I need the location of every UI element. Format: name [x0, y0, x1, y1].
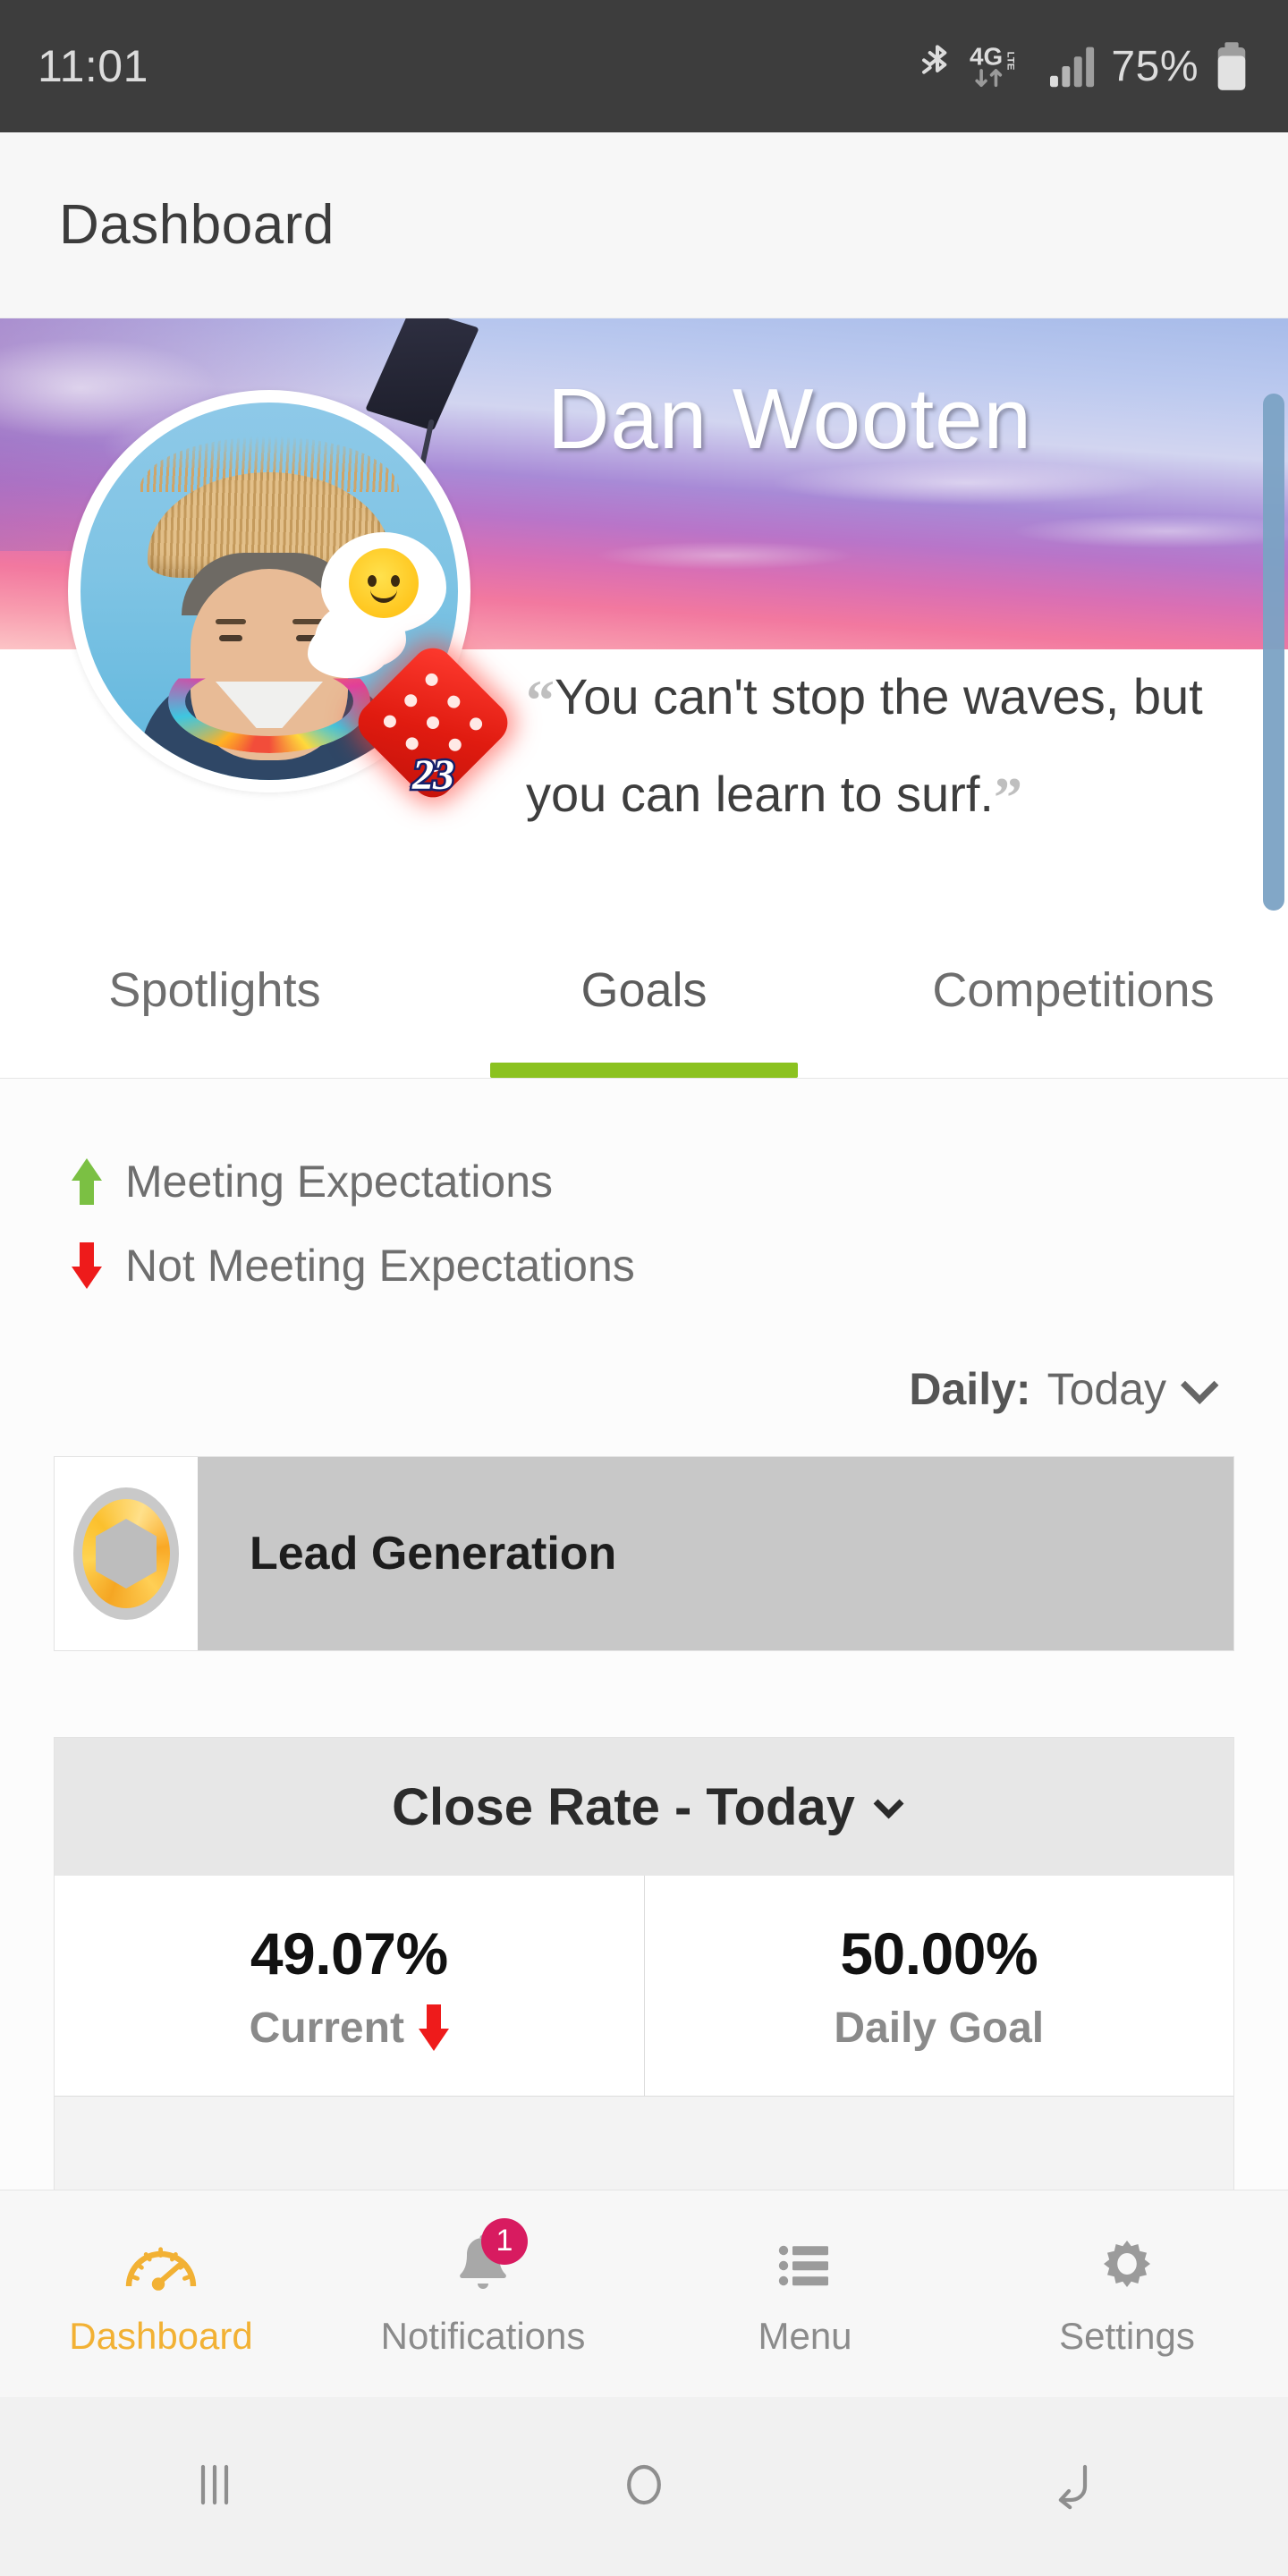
dice-pip: [381, 712, 399, 731]
active-tab-indicator: [490, 1063, 798, 1078]
stat-label: Daily Goal: [834, 2004, 1045, 2052]
app-header: Dashboard: [0, 132, 1288, 318]
bottom-navigation-bar: Dashboard 1 Notifications Menu Settings: [0, 2190, 1288, 2397]
nav-label: Dashboard: [69, 2314, 253, 2357]
nav-label: Notifications: [380, 2314, 586, 2357]
recents-icon: [183, 2449, 246, 2525]
status-bar-clock: 11:01: [38, 41, 148, 91]
status-bar-icons: 4G LTE 75%: [919, 40, 1250, 92]
legend: Meeting Expectations Not Meeting Expecta…: [0, 1079, 1288, 1292]
profile-name: Dan Wooten: [547, 371, 1032, 467]
back-button[interactable]: [859, 2449, 1288, 2525]
arrow-up-icon: [72, 1158, 102, 1205]
dice-badge[interactable]: 23: [349, 639, 517, 807]
goal-name-bar: Lead Generation: [198, 1457, 1233, 1650]
home-icon: [613, 2449, 675, 2525]
tab-competitions[interactable]: Competitions: [859, 936, 1288, 1078]
medal-icon: [73, 1487, 179, 1620]
dice-pip: [402, 691, 420, 710]
status-bar: 11:01 4G LTE 75%: [0, 0, 1288, 132]
notification-badge: 1: [481, 2217, 528, 2265]
stat-label: Current: [249, 2004, 404, 2052]
vertical-scrollbar[interactable]: [1263, 394, 1284, 911]
goal-name: Lead Generation: [250, 1528, 617, 1580]
svg-text:4G: 4G: [970, 42, 1003, 70]
nav-item-menu[interactable]: Menu: [644, 2190, 966, 2397]
signal-icon: [1048, 44, 1097, 89]
close-rate-card-footer: [55, 2096, 1233, 2190]
dice-pip: [422, 671, 441, 689]
recents-button[interactable]: [0, 2449, 429, 2525]
page-title: Dashboard: [59, 194, 335, 256]
nav-label: Settings: [1059, 2314, 1195, 2357]
tab-label: Goals: [580, 963, 708, 1017]
home-button[interactable]: [429, 2449, 859, 2525]
dice-pip: [424, 714, 442, 732]
close-rate-card: Close Rate - Today 49.07% Current 50.00%…: [54, 1737, 1234, 2190]
stat-daily-goal: 50.00% Daily Goal: [643, 1876, 1234, 2096]
period-selector-key: Daily:: [909, 1364, 1031, 1414]
tab-goals[interactable]: Goals: [429, 936, 859, 1078]
svg-text:LTE: LTE: [1005, 52, 1016, 71]
goal-row-lead-generation[interactable]: Lead Generation: [54, 1456, 1234, 1651]
back-icon: [1042, 2449, 1105, 2525]
quote-body: You can't stop the waves, but you can le…: [526, 668, 1203, 822]
nav-item-dashboard[interactable]: Dashboard: [0, 2190, 322, 2397]
stat-value: 49.07%: [250, 1919, 448, 1987]
period-selector-value: Today: [1046, 1364, 1166, 1414]
dice-badge-number: 23: [411, 750, 457, 801]
battery-percent-label: 75%: [1111, 42, 1199, 90]
lte-icon: 4G LTE: [970, 41, 1034, 91]
legend-label: Not Meeting Expectations: [125, 1241, 635, 1291]
stat-value: 50.00%: [840, 1919, 1038, 1987]
stat-current: 49.07% Current: [55, 1876, 644, 2096]
tab-label: Competitions: [932, 963, 1215, 1017]
nav-item-notifications[interactable]: 1 Notifications: [322, 2190, 644, 2397]
legend-label: Meeting Expectations: [125, 1157, 554, 1207]
avatar-eye-right: [296, 635, 319, 641]
gauge-icon: [122, 2231, 200, 2299]
avatar-brow-left: [216, 619, 246, 624]
legend-item-not-meeting: Not Meeting Expectations: [72, 1240, 1288, 1292]
chevron-down-icon[interactable]: [873, 1788, 904, 1819]
tab-spotlights[interactable]: Spotlights: [0, 936, 429, 1078]
profile-quote: “You can't stop the waves, but you can l…: [526, 649, 1233, 844]
dice-pip: [467, 715, 485, 733]
period-selector[interactable]: Daily: Today: [0, 1324, 1288, 1415]
close-rate-card-title: Close Rate - Today: [392, 1777, 855, 1836]
quote-open-mark: “: [526, 668, 555, 732]
quote-close-mark: ”: [993, 766, 1022, 829]
sun-mouth: [370, 589, 397, 603]
goals-content: Meeting Expectations Not Meeting Expecta…: [0, 1079, 1288, 2190]
thought-bubble-icon: [326, 537, 442, 630]
arrow-down-icon: [72, 1242, 102, 1289]
dice-pip: [445, 692, 463, 711]
tab-label: Spotlights: [108, 963, 321, 1017]
sun-emoji-icon: [337, 537, 430, 630]
chevron-down-icon[interactable]: [1181, 1366, 1219, 1404]
tab-bar: Spotlights Goals Competitions: [0, 936, 1288, 1079]
nav-item-settings[interactable]: Settings: [966, 2190, 1288, 2397]
goal-badge-container: [55, 1457, 198, 1650]
gear-icon: [1088, 2231, 1166, 2299]
sun-eye-right: [391, 575, 400, 587]
close-rate-stats: 49.07% Current 50.00% Daily Goal: [55, 1876, 1233, 2096]
legend-item-meeting: Meeting Expectations: [72, 1156, 1288, 1208]
arrow-down-icon: [419, 2004, 449, 2051]
bluetooth-icon: [919, 42, 955, 90]
sun-eye-left: [368, 575, 377, 587]
close-rate-card-header[interactable]: Close Rate - Today: [55, 1738, 1233, 1876]
avatar-brow-right: [292, 619, 323, 624]
system-navigation-bar: [0, 2397, 1288, 2576]
battery-icon: [1213, 40, 1250, 92]
nav-label: Menu: [758, 2314, 852, 2357]
bell-icon: 1: [444, 2217, 528, 2299]
list-icon: [766, 2231, 844, 2299]
avatar-eye-left: [219, 635, 242, 641]
